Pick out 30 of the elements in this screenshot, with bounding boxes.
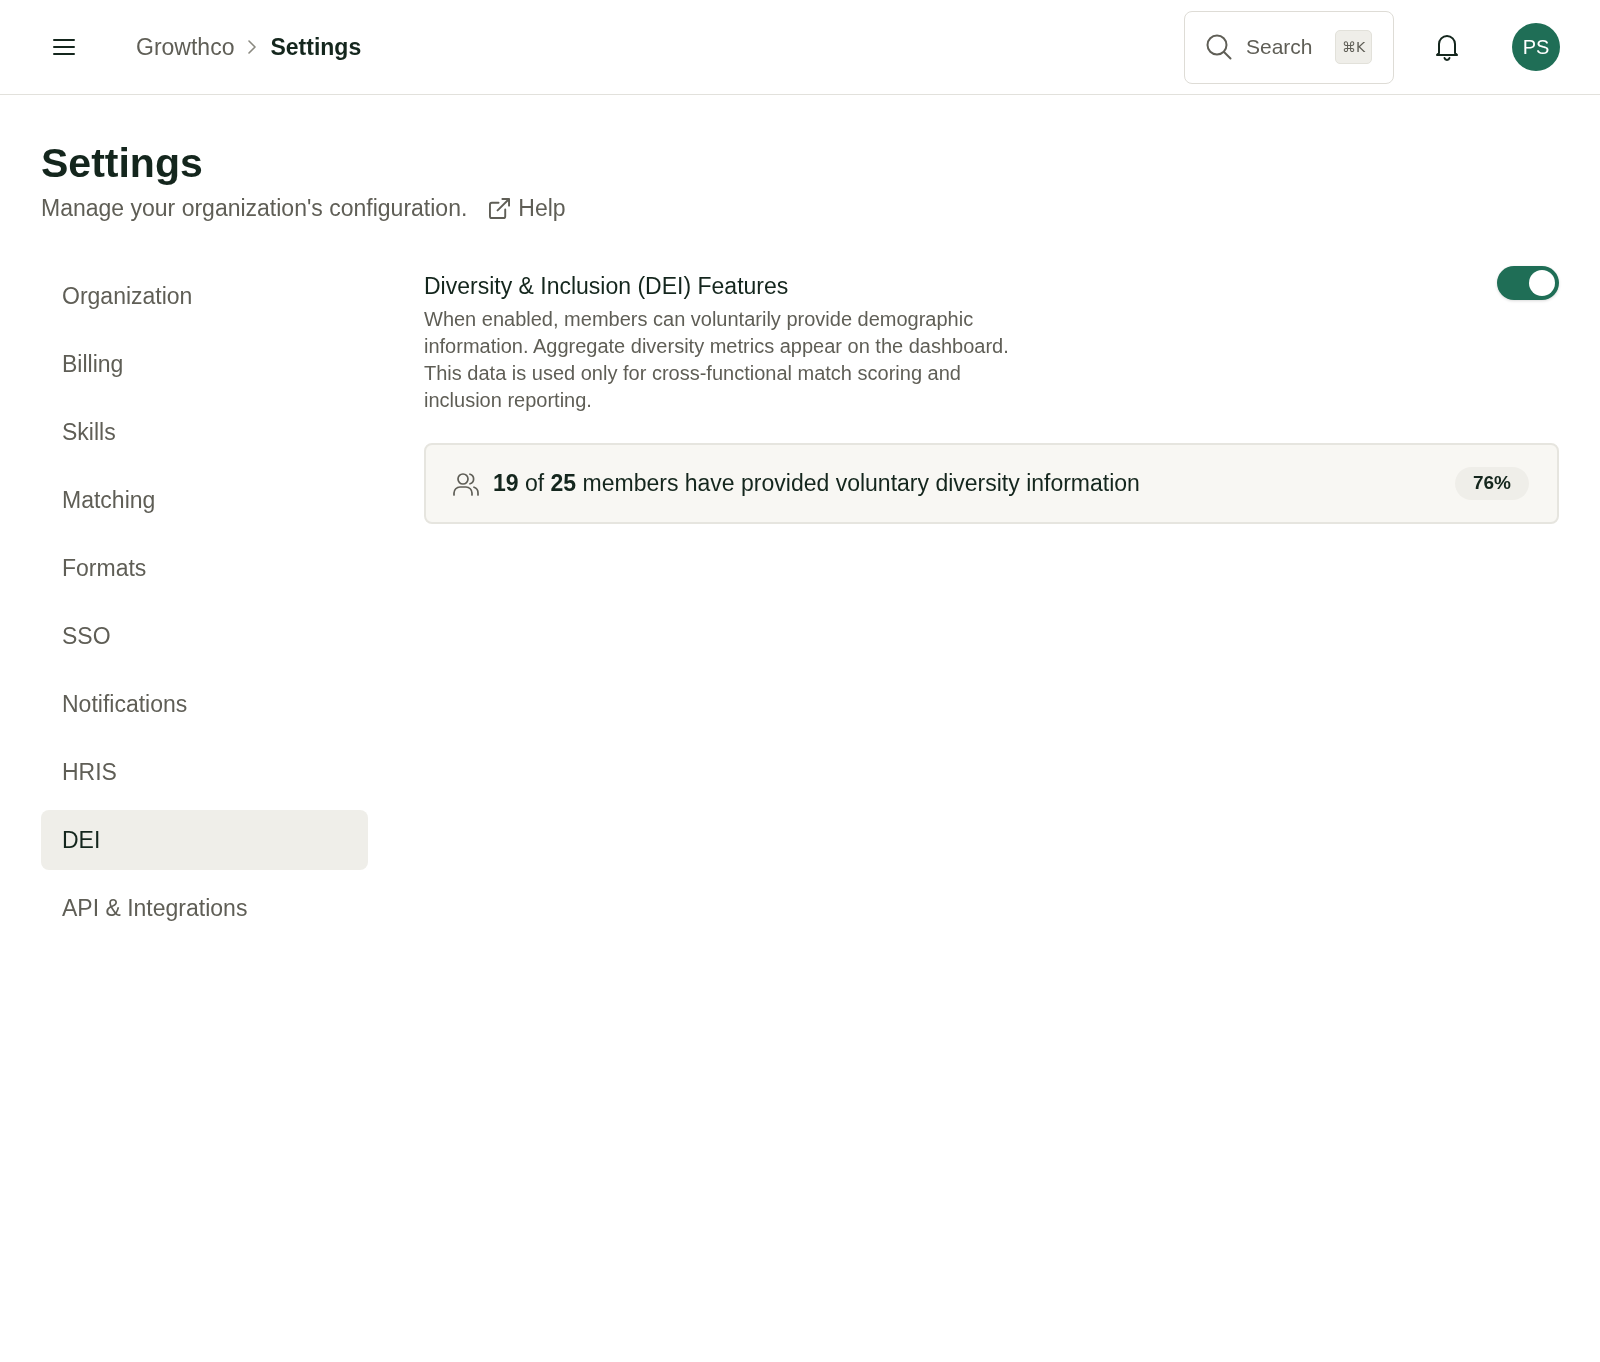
sidebar-item[interactable]: HRIS [41,742,368,802]
breadcrumb-current: Settings [270,32,362,62]
sidebar-item[interactable]: Organization [41,266,368,326]
external-link-icon [489,197,511,219]
sidebar-item[interactable]: SSO [41,606,368,666]
menu-icon [53,38,75,56]
sidebar-item[interactable]: API & Integrations [41,878,368,938]
stats-text: 19 of 25 members have provided voluntary diversity information [493,469,1140,499]
sidebar-item[interactable]: DEI [41,810,368,870]
breadcrumb-link[interactable]: Growthco [136,29,235,65]
percent-badge: 76% [1454,467,1529,500]
page-subtitle: Manage your organization's configuration. [41,194,468,223]
section-title: Diversity & Inclusion (DEI) Features [424,272,789,300]
sidebar-item[interactable]: Formats [41,538,368,598]
section-description: When enabled, members can voluntarily provide demographic information. Aggregate diversity metrics appear on the dashboard. This data is used only for cross-functional match scoring and inclusion reporting. [424,307,1010,413]
chevron-right-icon [248,40,257,54]
sidebar-item[interactable]: Billing [41,334,368,394]
shortcut-badge: ⌘K [1335,30,1372,64]
page-title: Settings [41,139,203,187]
help-link[interactable]: Help [489,193,566,223]
notifications-button[interactable] [1434,33,1460,61]
sidebar-item[interactable]: Notifications [41,674,368,734]
bell-icon [1435,33,1459,61]
dei-toggle[interactable] [1497,266,1559,300]
search-icon [1206,34,1232,60]
users-icon [453,471,479,496]
user-avatar[interactable]: PS [1512,23,1560,71]
search-button[interactable]: Search ⌘K [1184,10,1394,84]
sidebar-item[interactable]: Matching [41,470,368,530]
sidebar-item[interactable]: Skills [41,402,368,462]
